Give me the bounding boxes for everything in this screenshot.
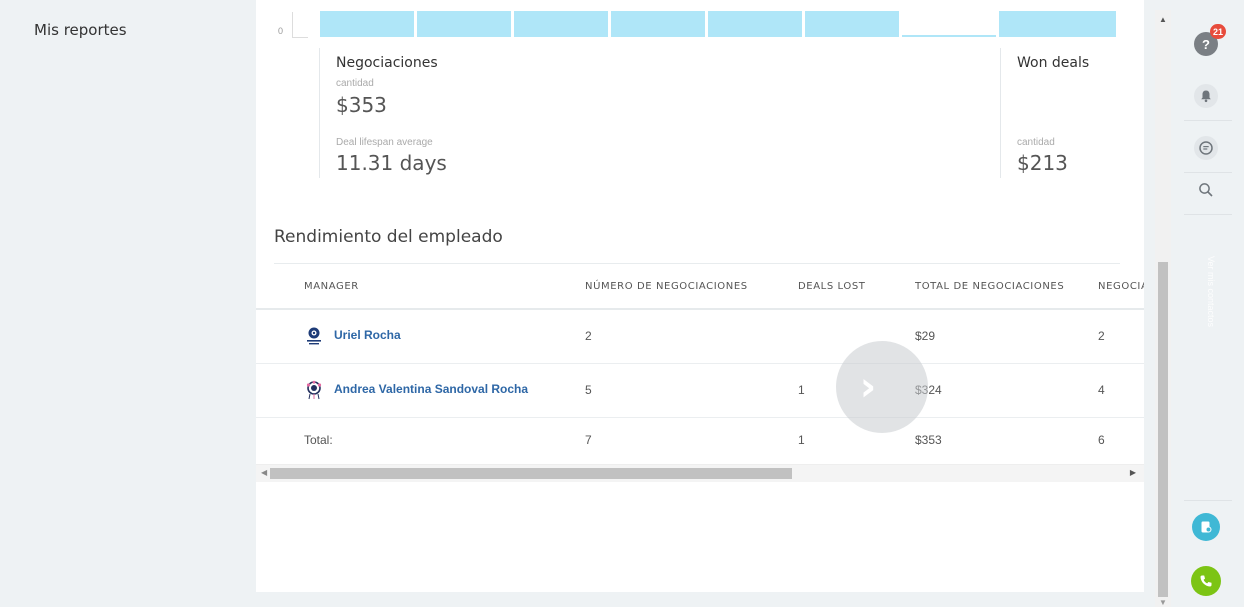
chart-bar [902, 35, 996, 37]
deals-amount-value: $353 [336, 93, 387, 117]
manager-link[interactable]: Uriel Rocha [334, 328, 401, 342]
search-button[interactable] [1194, 178, 1218, 202]
chart-y-tick-label: 0 [278, 26, 284, 36]
deals-total-cell: $29 [915, 309, 1098, 364]
total-amount-cell: $353 [915, 433, 942, 448]
toolbar-separator [1184, 120, 1232, 121]
chart-bar [514, 11, 608, 37]
manager-cell: Uriel Rocha [256, 309, 585, 364]
notifications-button[interactable] [1194, 84, 1218, 108]
phone-call-button[interactable] [1191, 566, 1221, 596]
main-panel: 0 Negociaciones cantidad $353 Deal lifes… [256, 0, 1144, 592]
scroll-down-arrow-icon[interactable]: ▼ [1159, 598, 1167, 607]
toolbar-separator [1184, 172, 1232, 173]
chevron-right-icon: › [859, 364, 877, 410]
deals-total-cell: $324 [915, 363, 1098, 418]
table-horizontal-scrollbar[interactable]: ◀ ▶ [256, 464, 1144, 482]
won-deals-title: Won deals [1017, 55, 1090, 71]
scroll-up-arrow-icon[interactable]: ▲ [1159, 15, 1167, 24]
chat-button[interactable] [1194, 136, 1218, 160]
total-deals-cell: 7 [585, 433, 592, 448]
chart-bar [417, 11, 511, 37]
deals-stat-title: Negociaciones [336, 55, 438, 71]
table-header-row: MANAGER NÚMERO DE NEGOCIACIONES DEALS LO… [256, 264, 1144, 310]
won-amount-caption: cantidad [1017, 137, 1055, 148]
column-header-manager[interactable]: MANAGER [256, 264, 585, 310]
column-header-deals[interactable]: NÚMERO DE NEGOCIACIONES [585, 264, 798, 310]
table-total-row: Total: 7 1 $353 6 [256, 417, 1144, 463]
contact-center-button[interactable] [1192, 513, 1220, 541]
column-header-won[interactable]: NEGOCIACIONES GANADAS [1098, 264, 1144, 310]
right-toolbar: ? 21 Ver mis contactos [1174, 0, 1244, 607]
deals-count-cell: 2 [585, 309, 798, 364]
toolbar-separator [1184, 214, 1232, 215]
chart-y-axis [292, 12, 293, 38]
deals-won-cell: 4 [1098, 363, 1144, 418]
chart-bar [611, 11, 705, 37]
search-icon [1199, 183, 1213, 197]
page-vertical-scrollbar[interactable]: ▲ ▼ [1155, 10, 1171, 607]
deals-count-cell: 5 [585, 363, 798, 418]
won-deals-stat-card: Won deals cantidad $213 [1000, 48, 1144, 178]
chart-bar [999, 11, 1116, 37]
dreamcatcher-avatar-icon [306, 380, 322, 400]
help-notification-badge: 21 [1210, 24, 1227, 39]
section-title: Rendimiento del empleado [274, 227, 503, 247]
column-header-lost[interactable]: DEALS LOST [798, 264, 915, 310]
toolbar-separator [1184, 500, 1232, 501]
contact-card-icon [1201, 521, 1212, 533]
manager-link[interactable]: Andrea Valentina Sandoval Rocha [334, 382, 528, 396]
vertical-scroll-thumb[interactable] [1158, 262, 1168, 597]
contacts-vertical-label[interactable]: Ver mis contactos [1196, 256, 1216, 376]
deals-stat-card: Negociaciones cantidad $353 Deal lifespa… [319, 48, 979, 178]
table-row: Uriel Rocha 2 $29 2 [256, 309, 1144, 364]
total-won-cell: 6 [1098, 433, 1105, 448]
deals-amount-caption: cantidad [336, 78, 374, 89]
left-sidebar: Mis reportes [0, 0, 248, 607]
employee-table-viewport: MANAGER NÚMERO DE NEGOCIACIONES DEALS LO… [256, 264, 1144, 464]
chart-baseline [292, 37, 308, 38]
phone-icon [1200, 575, 1212, 587]
deals-won-cell: 2 [1098, 309, 1144, 364]
question-mark-icon: ? [1202, 36, 1210, 52]
column-header-total[interactable]: TOTAL DE NEGOCIACIONES [915, 264, 1098, 310]
deals-lifespan-caption: Deal lifespan average [336, 137, 433, 148]
employee-table: MANAGER NÚMERO DE NEGOCIACIONES DEALS LO… [256, 264, 1144, 463]
bell-icon [1201, 90, 1211, 103]
chart-bar [320, 11, 414, 37]
table-row: Andrea Valentina Sandoval Rocha 5 1 $324… [256, 363, 1144, 418]
chart-bar [708, 11, 802, 37]
manager-cell: Andrea Valentina Sandoval Rocha [256, 363, 585, 418]
table-scroll-next-button[interactable]: › [836, 341, 928, 433]
won-amount-value: $213 [1017, 151, 1068, 175]
uta-logo-avatar-icon [307, 327, 321, 345]
scroll-right-arrow-icon[interactable]: ▶ [1130, 468, 1136, 477]
chart-bar [805, 11, 899, 37]
total-label-cell: Total: [304, 433, 333, 448]
chat-icon [1199, 141, 1213, 155]
deals-lifespan-value: 11.31 days [336, 151, 447, 175]
horizontal-scroll-thumb[interactable] [270, 468, 792, 479]
scroll-left-arrow-icon[interactable]: ◀ [261, 468, 267, 477]
sidebar-item-mis-reportes[interactable]: Mis reportes [34, 21, 127, 39]
